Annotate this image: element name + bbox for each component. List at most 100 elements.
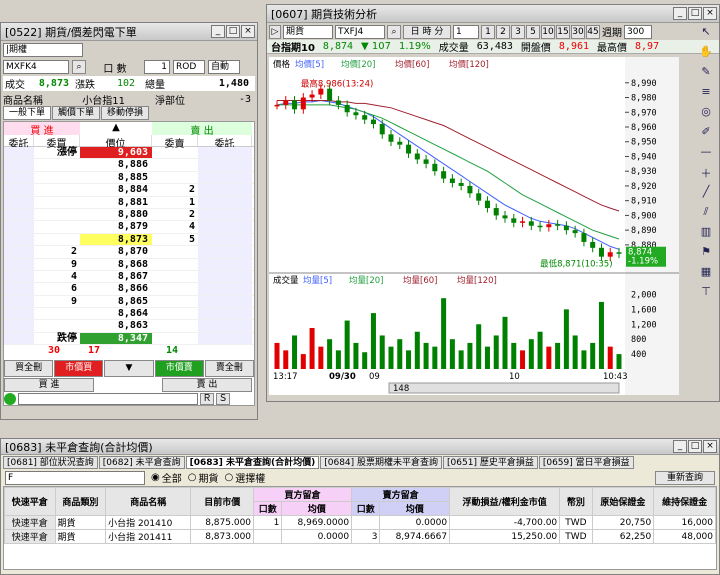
bars-icon[interactable]: ▥: [697, 225, 715, 241]
circle-icon[interactable]: ◎: [697, 105, 715, 121]
close-button[interactable]: ×: [703, 440, 717, 453]
order-window-titlebar[interactable]: [0522] 期貨/價差閃電下單 _ □ ×: [1, 23, 257, 41]
minimize-button[interactable]: _: [673, 440, 687, 453]
product-select[interactable]: 期貨: [283, 24, 333, 39]
buy-order-cell[interactable]: [4, 308, 34, 320]
cross-icon[interactable]: ＋: [697, 165, 715, 181]
bid-cell[interactable]: 9: [34, 259, 80, 270]
buy-order-cell[interactable]: [4, 147, 34, 159]
sell-order-cell[interactable]: [198, 184, 252, 196]
ask-cell[interactable]: [152, 283, 198, 294]
query-tab[interactable]: [0681] 部位狀況查詢: [3, 455, 98, 469]
bid-cell[interactable]: [34, 234, 80, 245]
buy-button[interactable]: 買 進: [4, 378, 94, 393]
ask-cell[interactable]: 2: [152, 209, 198, 220]
price-cell[interactable]: 8,880: [80, 208, 152, 221]
buy-order-cell[interactable]: [4, 270, 34, 283]
price-cell[interactable]: 8,865: [80, 295, 152, 308]
price-cell[interactable]: 8,866: [80, 283, 152, 295]
range-button[interactable]: 10: [541, 24, 555, 39]
buy-order-cell[interactable]: [4, 283, 34, 295]
bid-cell[interactable]: 2: [34, 246, 80, 257]
period-select[interactable]: 1: [453, 24, 479, 39]
sell-order-cell[interactable]: [198, 159, 252, 171]
bid-cell[interactable]: [34, 159, 80, 170]
price-cell[interactable]: 8,864: [80, 308, 152, 320]
tab-normal-order[interactable]: 一般下單: [3, 106, 51, 120]
sell-order-cell[interactable]: [198, 295, 252, 308]
refresh-button[interactable]: 重新查詢: [655, 470, 715, 485]
line-icon[interactable]: ╱: [697, 185, 715, 201]
buy-order-cell[interactable]: [4, 258, 34, 270]
price-cell[interactable]: 8,884: [80, 184, 152, 196]
bid-cell[interactable]: [34, 308, 80, 319]
maximize-button[interactable]: □: [226, 25, 240, 38]
close-button[interactable]: ×: [703, 7, 717, 20]
sell-order-cell[interactable]: [198, 208, 252, 221]
price-cell[interactable]: 8,868: [80, 258, 152, 270]
quick-close-button[interactable]: 快速平倉: [4, 515, 56, 530]
list-icon[interactable]: ≡: [697, 85, 715, 101]
limit-label[interactable]: 跌停: [34, 333, 80, 344]
message-field[interactable]: [18, 393, 198, 406]
market-buy-button[interactable]: 市價買: [54, 360, 104, 378]
price-cell[interactable]: 8,867: [80, 270, 152, 283]
order-type-select[interactable]: ROD: [173, 60, 205, 74]
buy-order-cell[interactable]: [4, 320, 34, 332]
query-tab[interactable]: [0684] 股票期權未平倉查詢: [320, 455, 443, 469]
radio-all[interactable]: ◉ 全部: [151, 470, 182, 485]
buy-order-cell[interactable]: [4, 196, 34, 208]
price-cell[interactable]: 8,886: [80, 159, 152, 171]
query-tab[interactable]: [0682] 未平倉查詢: [98, 455, 185, 469]
parallel-icon[interactable]: ⫽: [697, 205, 715, 221]
buy-order-cell[interactable]: [4, 159, 34, 171]
down-arrow-icon[interactable]: ▼: [104, 360, 154, 378]
bid-cell[interactable]: [34, 209, 80, 220]
range-button[interactable]: 3: [511, 24, 525, 39]
account-select[interactable]: |期權: [3, 43, 83, 57]
price-cell[interactable]: 8,347: [80, 332, 152, 345]
r-button[interactable]: Ｒ: [200, 393, 214, 406]
pencil-icon[interactable]: ✐: [697, 125, 715, 141]
ask-cell[interactable]: 4: [152, 221, 198, 232]
range-button[interactable]: 1: [481, 24, 495, 39]
radio-options[interactable]: ○ 選擇權: [224, 470, 265, 485]
sell-order-cell[interactable]: [198, 221, 252, 233]
sell-order-cell[interactable]: [198, 147, 252, 159]
range-button[interactable]: 15: [556, 24, 570, 39]
sell-order-cell[interactable]: [198, 258, 252, 270]
minimize-button[interactable]: _: [673, 7, 687, 20]
ask-cell[interactable]: [152, 246, 198, 257]
paint-icon[interactable]: ✎: [697, 65, 715, 81]
range-button[interactable]: 2: [496, 24, 510, 39]
ask-cell[interactable]: 5: [152, 234, 198, 245]
sell-cancel-all-button[interactable]: 賣全刪: [204, 360, 255, 378]
price-cell[interactable]: 8,863: [80, 320, 152, 332]
ok-icon[interactable]: [4, 393, 16, 406]
bid-cell[interactable]: [34, 221, 80, 232]
market-sell-button[interactable]: 市價賣: [154, 360, 204, 378]
price-chart[interactable]: 8,990 8,980 8,970 8,960 8,950 8,940 8,930 8,920…: [269, 57, 679, 395]
ask-cell[interactable]: [152, 159, 198, 170]
buy-order-cell[interactable]: [4, 208, 34, 221]
ask-cell[interactable]: [152, 320, 198, 331]
period-input[interactable]: 300: [624, 24, 652, 39]
symbol-input[interactable]: MXFK4: [3, 60, 69, 74]
sell-order-cell[interactable]: [198, 308, 252, 320]
sell-order-cell[interactable]: [198, 196, 252, 208]
ask-cell[interactable]: 1: [152, 197, 198, 208]
minus-icon[interactable]: —: [697, 145, 715, 161]
sell-order-cell[interactable]: [198, 171, 252, 184]
sell-order-cell[interactable]: [198, 332, 252, 345]
quick-close-button[interactable]: 快速平倉: [4, 529, 56, 544]
bid-cell[interactable]: [34, 197, 80, 208]
ask-cell[interactable]: 2: [152, 184, 198, 195]
bid-cell[interactable]: 9: [34, 296, 80, 307]
maximize-button[interactable]: □: [688, 440, 702, 453]
price-cell[interactable]: 8,873: [80, 233, 152, 246]
query-tab[interactable]: [0659] 當日平倉損益: [538, 455, 634, 469]
limit-label[interactable]: 漲停: [34, 147, 80, 158]
s-button[interactable]: Ｓ: [216, 393, 230, 406]
cursor-icon[interactable]: ↖: [697, 25, 715, 41]
ask-cell[interactable]: [152, 308, 198, 319]
